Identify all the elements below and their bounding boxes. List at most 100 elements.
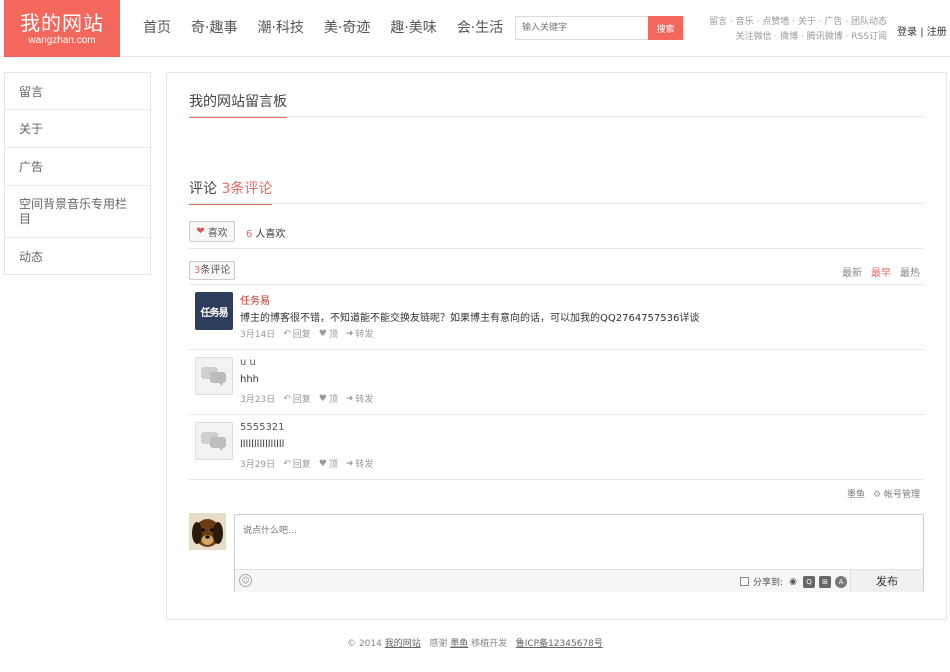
emoji-icon[interactable]: ☺ xyxy=(239,574,252,587)
comment-title-label: 评论 xyxy=(189,181,217,197)
comment-author[interactable]: u u xyxy=(240,357,256,368)
login-link[interactable]: 登录 xyxy=(897,27,917,38)
comment-count-badge: 3条评论 xyxy=(189,261,236,280)
comment-meta: 3月29日 ↶ 回复 ♥ 顶 ➜ 转发 xyxy=(240,457,374,471)
nav-item-food[interactable]: 趣·美味 xyxy=(380,0,446,57)
weibo-icon[interactable]: ◉ xyxy=(787,576,799,588)
comment-author[interactable]: 任务易 xyxy=(240,292,270,307)
provider-link[interactable]: 墨鱼 xyxy=(847,487,865,500)
comment-date: 3月23日 xyxy=(240,395,276,405)
search-input[interactable] xyxy=(515,16,648,40)
comment-item: 5555321 llllllllllllllll 3月29日 ↶ 回复 ♥ 顶 ➜ 转… xyxy=(189,415,924,480)
reply-button[interactable]: ↶ 回复 xyxy=(283,327,311,341)
reply-button[interactable]: ↶ 回复 xyxy=(283,457,311,471)
share-options: 分享到: ◉ Q ⊞ A xyxy=(739,575,847,588)
top-links-row1[interactable]: 留言 · 音乐 · 点赞墙 · 关于 · 广告 · 团队动态 xyxy=(709,17,887,27)
footer-icp-link[interactable]: 鲁ICP备12345678号 xyxy=(516,639,603,649)
site-logo[interactable]: 我的网站 wangzhan.com xyxy=(4,0,120,57)
logo-subtitle: wangzhan.com xyxy=(28,35,96,46)
footer-ported: 移植开发 xyxy=(471,639,508,649)
upvote-label: 顶 xyxy=(328,330,338,340)
comment-editor: ☺ 分享到: ◉ Q ⊞ A 发布 xyxy=(234,514,924,592)
auth-separator: | xyxy=(920,27,924,38)
comment-text: llllllllllllllll xyxy=(240,439,285,450)
logo-title: 我的网站 xyxy=(20,11,104,35)
footer-thanks: 感谢 xyxy=(429,639,448,649)
avatar[interactable] xyxy=(195,422,233,460)
sidebar-item-about[interactable]: 关于 xyxy=(5,110,150,148)
avatar[interactable] xyxy=(195,357,233,395)
chat-bubbles-icon xyxy=(201,367,226,386)
sort-options: 最新 最早 最热 xyxy=(842,264,920,279)
forward-button[interactable]: ➜ 转发 xyxy=(345,392,374,406)
comment-date: 3月29日 xyxy=(240,460,276,470)
publish-button[interactable]: 发布 xyxy=(850,570,923,592)
qq-weibo-icon[interactable]: ⊞ xyxy=(819,575,831,588)
register-link[interactable]: 注册 xyxy=(927,27,947,38)
forward-arrow-icon: ➜ xyxy=(345,328,354,339)
upvote-button[interactable]: ♥ 顶 xyxy=(318,457,338,471)
account-manage-label: 帐号管理 xyxy=(883,490,920,500)
comment-author[interactable]: 5555321 xyxy=(240,422,285,433)
top-links-row2[interactable]: 关注微信 · 微博 · 腾讯微博 · RSS订阅 xyxy=(736,32,887,42)
reply-button[interactable]: ↶ 回复 xyxy=(283,392,311,406)
reply-icon: ↶ xyxy=(283,393,291,404)
account-bar: 墨鱼 ⚙ 帐号管理 xyxy=(847,487,920,500)
comment-input[interactable] xyxy=(235,515,923,569)
sidebar-item-ads[interactable]: 广告 xyxy=(5,148,150,186)
heart-icon: ♥ xyxy=(318,328,327,339)
forward-label: 转发 xyxy=(355,460,374,470)
forward-button[interactable]: ➜ 转发 xyxy=(345,327,374,341)
avatar[interactable]: 任务易 xyxy=(195,292,233,330)
upvote-label: 顶 xyxy=(328,460,338,470)
sort-hottest[interactable]: 最热 xyxy=(900,264,920,279)
qzone-icon[interactable]: Q xyxy=(803,575,815,588)
search-form: 搜索 xyxy=(515,16,683,40)
divider xyxy=(189,203,924,204)
footer-copyright: © 2014 xyxy=(347,639,382,649)
site-header: 我的网站 wangzhan.com 首页 奇·趣事 潮·科技 美·奇迹 趣·美味… xyxy=(0,0,950,57)
sort-newest[interactable]: 最新 xyxy=(842,264,862,279)
forward-arrow-icon: ➜ xyxy=(345,393,354,404)
like-count-number: 6 xyxy=(246,229,253,240)
like-count-suffix: 人喜欢 xyxy=(255,229,286,240)
sort-oldest[interactable]: 最早 xyxy=(871,264,891,279)
heart-icon: ♥ xyxy=(318,458,327,469)
dog-avatar-image xyxy=(189,513,226,550)
nav-item-tech[interactable]: 潮·科技 xyxy=(247,0,313,57)
reply-icon: ↶ xyxy=(283,458,291,469)
chat-bubbles-icon xyxy=(201,432,226,451)
forward-label: 转发 xyxy=(355,330,374,340)
search-button[interactable]: 搜索 xyxy=(648,16,683,40)
upvote-button[interactable]: ♥ 顶 xyxy=(318,327,338,341)
account-manage-link[interactable]: ⚙ 帐号管理 xyxy=(873,487,920,500)
nav-item-fun[interactable]: 奇·趣事 xyxy=(181,0,247,57)
footer-site-link[interactable]: 我的网站 xyxy=(385,639,421,649)
editor-toolbar: ☺ 分享到: ◉ Q ⊞ A 发布 xyxy=(235,569,923,592)
sidebar-item-music[interactable]: 空间背景音乐专用栏目 xyxy=(5,186,150,238)
nav-item-life[interactable]: 会·生活 xyxy=(447,0,513,57)
like-button[interactable]: ❤ 喜欢 xyxy=(189,221,235,242)
sidebar-item-activity[interactable]: 动态 xyxy=(5,238,150,274)
comment-date: 3月14日 xyxy=(240,330,276,340)
forward-label: 转发 xyxy=(355,395,374,405)
forward-button[interactable]: ➜ 转发 xyxy=(346,457,374,471)
comment-title-count: 3条评论 xyxy=(221,181,273,197)
share-checkbox[interactable] xyxy=(739,577,749,586)
share-label: 分享到: xyxy=(752,578,783,588)
nav-item-home[interactable]: 首页 xyxy=(133,0,181,57)
site-footer: © 2014 我的网站 感谢 墨鱼 移植开发 鲁ICP备12345678号 xyxy=(0,636,950,649)
upvote-button[interactable]: ♥ 顶 xyxy=(319,392,338,406)
comment-text: 博主的博客很不错，不知道能不能交换友链呢？如果博主有意向的话，可以加我的QQ27… xyxy=(240,313,700,324)
renren-icon[interactable]: A xyxy=(835,575,847,588)
comment-item: 任务易 任务易 博主的博客很不错，不知道能不能交换友链呢？如果博主有意向的话，可… xyxy=(189,285,924,350)
sidebar-item-guestbook[interactable]: 留言 xyxy=(5,73,150,110)
gear-icon: ⚙ xyxy=(873,490,882,500)
heart-icon: ❤ xyxy=(196,226,205,237)
current-user-avatar xyxy=(189,513,226,550)
footer-provider-link[interactable]: 墨鱼 xyxy=(450,639,468,649)
comment-count-label: 条评论 xyxy=(200,265,231,276)
nav-item-wonder[interactable]: 美·奇迹 xyxy=(314,0,380,57)
reply-label: 回复 xyxy=(292,395,311,405)
reply-label: 回复 xyxy=(292,330,311,340)
